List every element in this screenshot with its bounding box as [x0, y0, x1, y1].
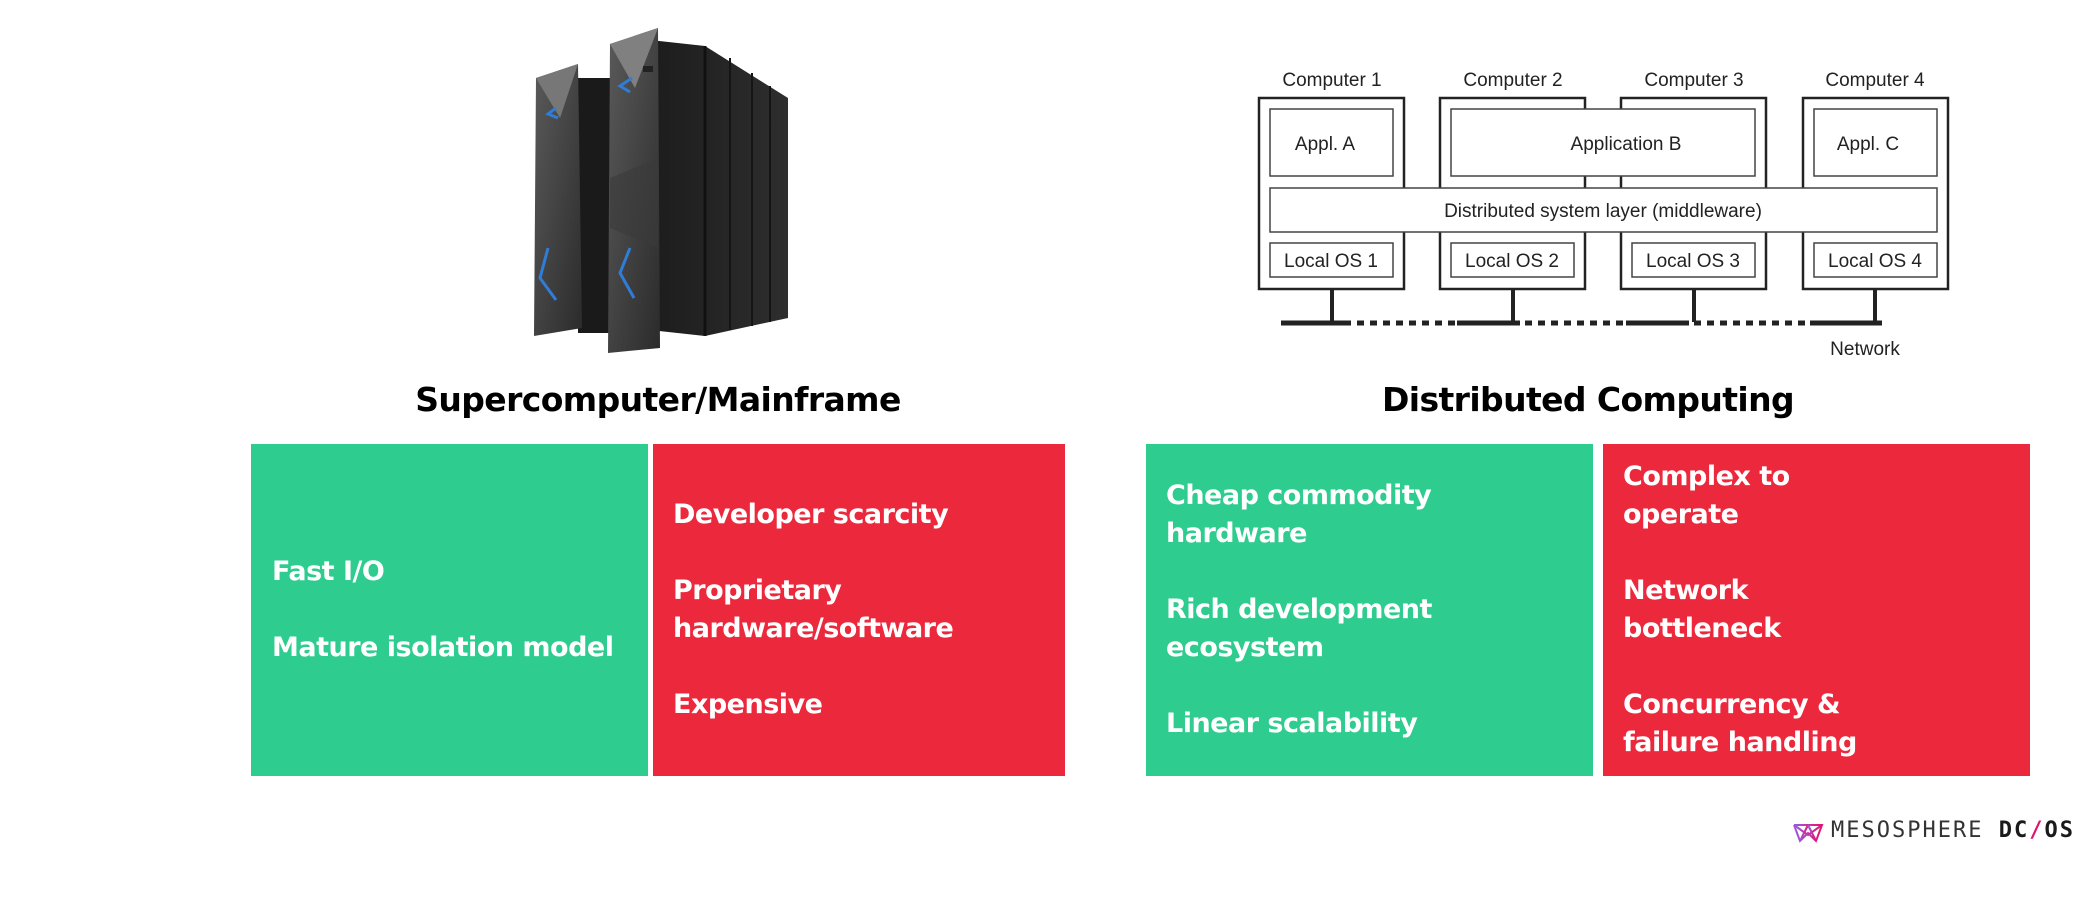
- network-label: Network: [1830, 339, 1900, 360]
- pro-item: Linear scalability: [1166, 708, 1418, 739]
- con-item: Developer scarcity: [673, 499, 949, 530]
- con-item: Concurrency & failure handling: [1623, 689, 1857, 758]
- pro-item: Mature isolation model: [272, 632, 614, 663]
- computer-label: Computer 3: [1644, 70, 1743, 91]
- logo-slash: /: [2029, 818, 2045, 843]
- pro-item: Rich development ecosystem: [1166, 594, 1432, 663]
- computer-label: Computer 2: [1463, 70, 1562, 91]
- supercomputer-cons-panel: Developer scarcity Proprietary hardware/…: [653, 444, 1065, 776]
- pro-item: Cheap commodity hardware: [1166, 480, 1432, 549]
- middleware-label: Distributed system layer (middleware): [1444, 201, 1762, 222]
- local-os-label: Local OS 3: [1646, 251, 1740, 272]
- logo-product-dc: DC: [1998, 818, 2030, 843]
- supercomputer-title: Supercomputer/Mainframe: [415, 380, 901, 419]
- mesosphere-logo-icon: [1793, 824, 1824, 843]
- distributed-pros-panel: Cheap commodity hardware Rich developmen…: [1146, 444, 1593, 776]
- local-os-label: Local OS 2: [1465, 251, 1559, 272]
- network-bus: [1281, 289, 1882, 326]
- logo-wordmark: MESOSPHERE: [1831, 818, 1984, 843]
- pro-item: Fast I/O: [272, 556, 385, 587]
- supercomputer-pros-panel: Fast I/O Mature isolation model: [251, 444, 648, 776]
- mainframe-server-image: [534, 28, 788, 353]
- local-os-label: Local OS 4: [1828, 251, 1922, 272]
- con-item: Proprietary hardware/software: [673, 575, 954, 644]
- local-os-label: Local OS 1: [1284, 251, 1378, 272]
- con-item: Complex to operate: [1623, 461, 1790, 530]
- mesosphere-dcos-logo: MESOSPHERE DC/OS: [1831, 818, 2075, 843]
- computer-label: Computer 1: [1282, 70, 1381, 91]
- distributed-computing-title: Distributed Computing: [1381, 380, 1795, 419]
- distributed-cons-panel: Complex to operate Network bottleneck Co…: [1603, 444, 2030, 776]
- con-item: Expensive: [673, 689, 823, 720]
- application-label: Appl. C: [1837, 134, 1899, 155]
- application-label: Application B: [1571, 134, 1682, 155]
- con-item: Network bottleneck: [1623, 575, 1781, 644]
- computer-label: Computer 4: [1825, 70, 1925, 91]
- logo-product-os: OS: [2044, 818, 2075, 843]
- application-label: Appl. A: [1295, 134, 1356, 155]
- distributed-system-diagram: Computer 1 Computer 2 Computer 3 Compute…: [1257, 70, 1950, 360]
